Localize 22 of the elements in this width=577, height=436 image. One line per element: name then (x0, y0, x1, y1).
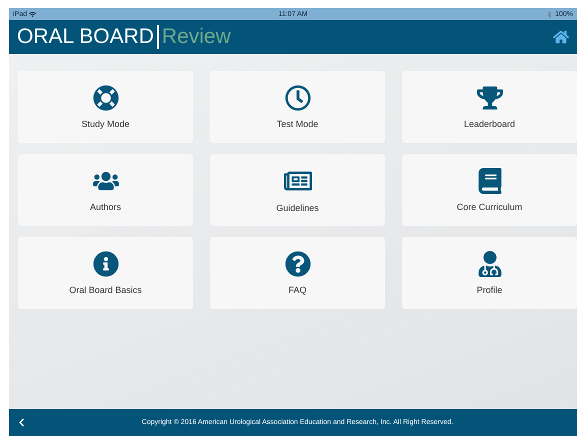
menu-tile[interactable]: Leaderboard (402, 71, 577, 143)
info-icon (92, 251, 118, 277)
doctor-icon (476, 251, 502, 277)
menu-tile[interactable]: FAQ (210, 237, 385, 309)
clock-icon (284, 85, 310, 111)
help-icon (284, 251, 310, 277)
menu-tile[interactable]: Core Curriculum (402, 154, 577, 226)
wifi-icon (29, 10, 36, 18)
menu-tile[interactable]: Authors (18, 154, 193, 226)
menu-tile[interactable]: Study Mode (18, 71, 193, 143)
bluetooth-icon (546, 10, 554, 18)
menu-tile[interactable]: Test Mode (210, 71, 385, 143)
lifebuoy-icon (92, 85, 118, 111)
trophy-icon (476, 85, 502, 111)
app-subtitle: Review (162, 25, 231, 49)
menu-tile[interactable]: Profile (402, 237, 577, 309)
book-icon (476, 168, 502, 194)
menu-tile[interactable]: Oral Board Basics (18, 237, 193, 309)
back-button[interactable] (17, 418, 26, 427)
app-title: ORAL BOARD (17, 25, 154, 49)
menu-tile[interactable]: Guidelines (210, 154, 385, 226)
home-button[interactable] (553, 29, 569, 45)
